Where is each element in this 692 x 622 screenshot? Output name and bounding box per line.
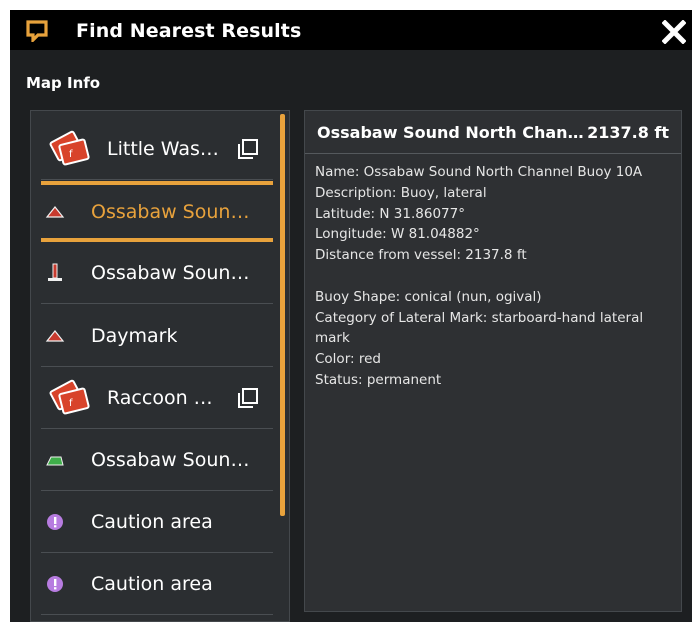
list-item-label: Ossabaw Soun… [91, 262, 250, 285]
detail-distance: 2137.8 ft [587, 123, 669, 142]
detail-line: Name: Ossabaw Sound North Channel Buoy 1… [315, 164, 643, 180]
list-item[interactable]: Ossabaw Soun… [41, 430, 273, 491]
svg-text:f: f [69, 149, 73, 160]
chat-bubble-icon [26, 20, 48, 42]
detail-line: Longitude: W 81.04882° [315, 226, 480, 243]
list-item-label: Ossabaw Soun… [91, 449, 250, 471]
multiple-results-icon[interactable] [237, 387, 259, 409]
list-item[interactable]: f Raccoon … [41, 368, 273, 429]
red-triangle-icon [41, 329, 91, 343]
detail-panel: Ossabaw Sound North Chan… 2137.8 ft Name… [304, 110, 682, 612]
detail-line: Buoy Shape: conical (nun, ogival) [315, 288, 542, 305]
title-bar: Find Nearest Results [10, 10, 692, 50]
list-item[interactable]: Daymark [41, 306, 273, 367]
caution-icon [41, 512, 91, 532]
list-item-label: Raccoon … [107, 386, 213, 409]
list-item-label: Caution area [91, 511, 213, 534]
list-item[interactable]: f Little Was… [41, 119, 273, 180]
list-item-label: Ossabaw Soun… [91, 200, 250, 223]
detail-line: mark [315, 330, 350, 347]
list-item-label: Caution area [91, 573, 213, 596]
list-item-label: Little Was… [107, 138, 219, 160]
detail-line: Category of Lateral Mark: starboard-hand… [315, 309, 644, 326]
card-stack-icon: f [41, 379, 107, 417]
results-list[interactable]: f Little Was… Ossabaw Soun… Ossabaw Soun… Da… [30, 110, 290, 622]
window-title: Find Nearest Results [76, 20, 302, 42]
detail-line: Distance from vessel: 2137.8 ft [315, 247, 527, 264]
card-stack-icon: f [41, 130, 107, 168]
list-item[interactable]: Ossabaw Soun… [41, 243, 273, 305]
detail-line: Status: permanent [315, 371, 442, 388]
list-item[interactable]: Ossabaw Soun… [41, 181, 273, 243]
list-item-label: Daymark [91, 324, 178, 347]
section-heading-map-info: Map Info [26, 74, 101, 92]
detail-line [315, 266, 671, 287]
detail-line: Latitude: N 31.86077° [315, 205, 465, 222]
caution-icon [41, 574, 91, 594]
list-item[interactable]: Caution area [41, 554, 273, 616]
red-marker-icon [41, 262, 91, 284]
green-buoy-icon [41, 452, 91, 468]
svg-text:f: f [69, 398, 73, 409]
detail-title: Ossabaw Sound North Chan… [317, 123, 584, 142]
close-button[interactable] [662, 20, 686, 44]
find-nearest-window: Find Nearest Results Map Info f Little Wa… [10, 10, 692, 622]
detail-header: Ossabaw Sound North Chan… 2137.8 ft [305, 111, 681, 154]
detail-line: Description: Buoy, lateral [315, 184, 487, 201]
list-item[interactable]: Caution area [41, 492, 273, 554]
red-triangle-icon [41, 205, 91, 219]
list-scrollbar[interactable] [280, 114, 285, 516]
detail-body: Name: Ossabaw Sound North Channel Buoy 1… [305, 154, 681, 399]
multiple-results-icon[interactable] [237, 138, 259, 160]
detail-line: Color: red [315, 351, 381, 368]
